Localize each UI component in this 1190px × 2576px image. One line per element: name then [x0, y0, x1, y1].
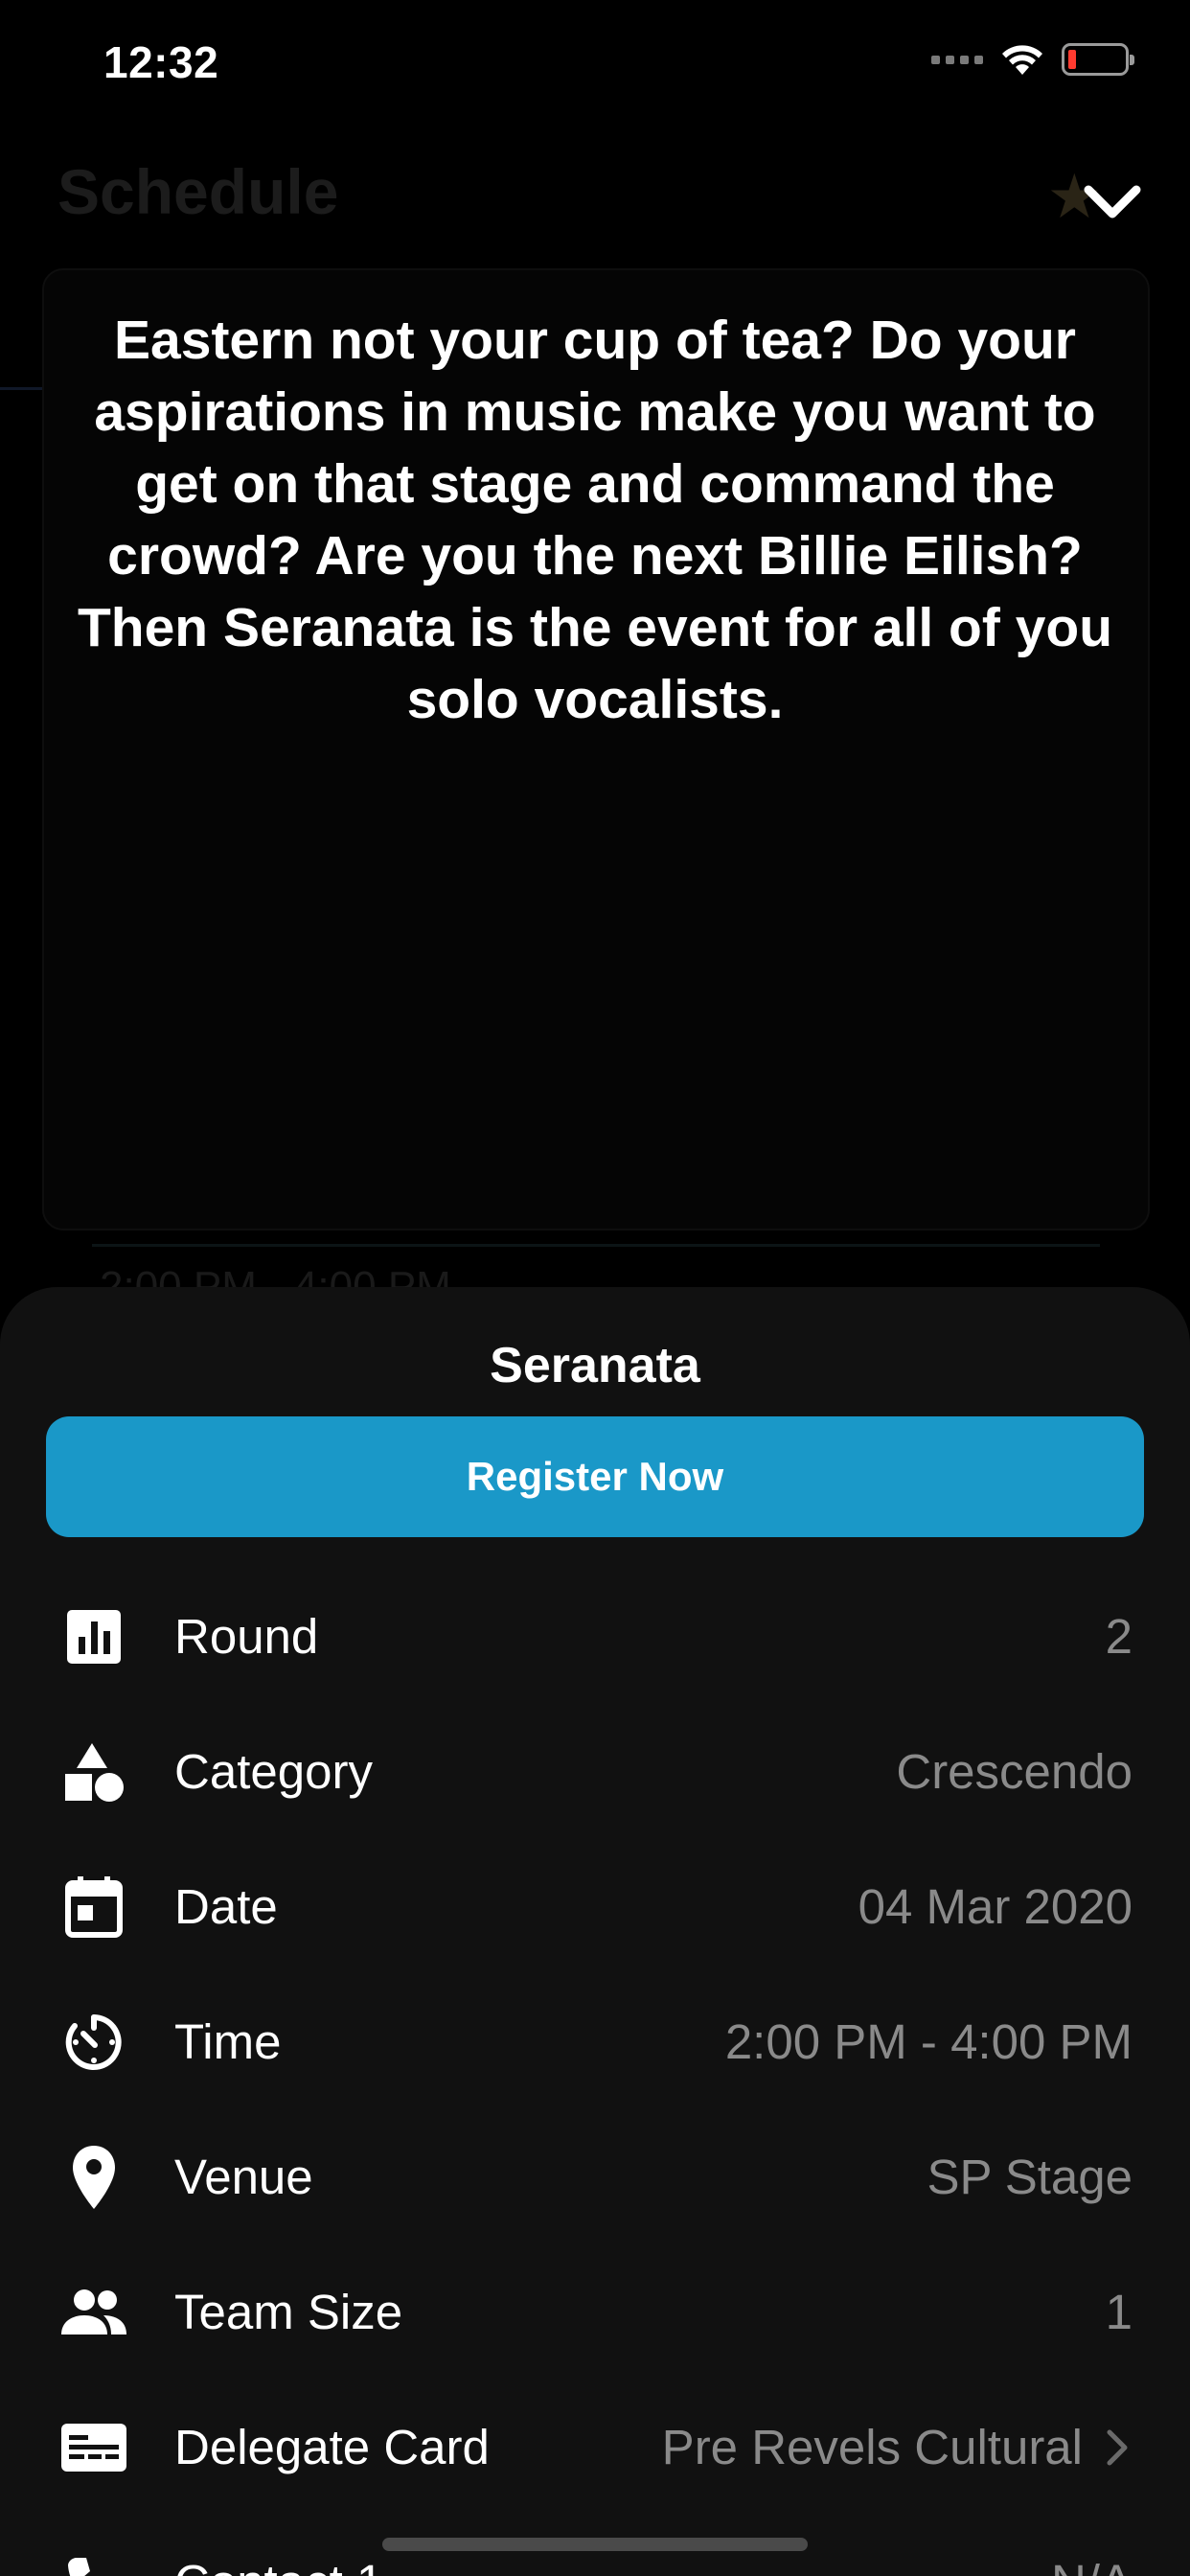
chevron-right-icon [1107, 2429, 1128, 2466]
location-pin-icon [59, 2143, 128, 2212]
wifi-icon [1002, 45, 1042, 75]
detail-label: Date [174, 1879, 278, 1934]
home-indicator[interactable] [382, 2538, 808, 2551]
detail-row-round: Round 2 [0, 1564, 1190, 1699]
detail-label: Team Size [174, 2285, 403, 2339]
detail-value: N/A [1051, 2554, 1133, 2576]
background-tab-indicator [0, 387, 46, 390]
detail-row-delegate-card[interactable]: Delegate Card Pre Revels Cultural [0, 2375, 1190, 2510]
detail-row-time: Time 2:00 PM - 4:00 PM [0, 1969, 1190, 2104]
event-details-sheet: Seranata Register Now Round 2 Category C… [0, 1287, 1190, 2576]
detail-value: 2:00 PM - 4:00 PM [724, 2014, 1133, 2069]
detail-label: Round [174, 1609, 319, 1664]
detail-label: Category [174, 1744, 373, 1799]
calendar-icon [59, 1873, 128, 1942]
phone-icon [59, 2548, 128, 2576]
id-card-icon [59, 2413, 128, 2482]
event-description: Eastern not your cup of tea? Do your asp… [77, 310, 1113, 730]
cellular-signal-icon [931, 55, 983, 64]
background-page-title: Schedule [57, 156, 339, 227]
detail-label: Delegate Card [174, 2420, 490, 2474]
status-time: 12:32 [103, 37, 219, 87]
register-now-button[interactable]: Register Now [46, 1416, 1144, 1537]
detail-value: Crescendo [896, 1744, 1133, 1799]
people-icon [59, 2278, 128, 2347]
detail-row-venue: Venue SP Stage [0, 2104, 1190, 2240]
detail-row-team-size: Team Size 1 [0, 2240, 1190, 2375]
event-title: Seranata [490, 1338, 700, 1393]
chevron-down-icon[interactable] [1079, 178, 1146, 226]
detail-value: 2 [1105, 1609, 1133, 1664]
detail-value: 1 [1105, 2285, 1133, 2339]
detail-row-date: Date 04 Mar 2020 [0, 1834, 1190, 1969]
detail-label: Contact 1 [174, 2554, 383, 2576]
detail-value: SP Stage [927, 2150, 1133, 2204]
detail-value: Pre Revels Cultural [661, 2420, 1083, 2474]
detail-label: Time [174, 2014, 282, 2069]
bar-chart-icon [59, 1602, 128, 1671]
timer-icon [59, 2008, 128, 2077]
detail-row-category: Category Crescendo [0, 1699, 1190, 1834]
shapes-icon [59, 1737, 128, 1806]
detail-value: 04 Mar 2020 [858, 1879, 1133, 1934]
detail-label: Venue [174, 2150, 313, 2204]
background-divider [92, 1244, 1100, 1247]
battery-icon [1062, 43, 1134, 76]
status-icons [931, 42, 1134, 77]
status-bar: 12:32 [0, 0, 1190, 134]
